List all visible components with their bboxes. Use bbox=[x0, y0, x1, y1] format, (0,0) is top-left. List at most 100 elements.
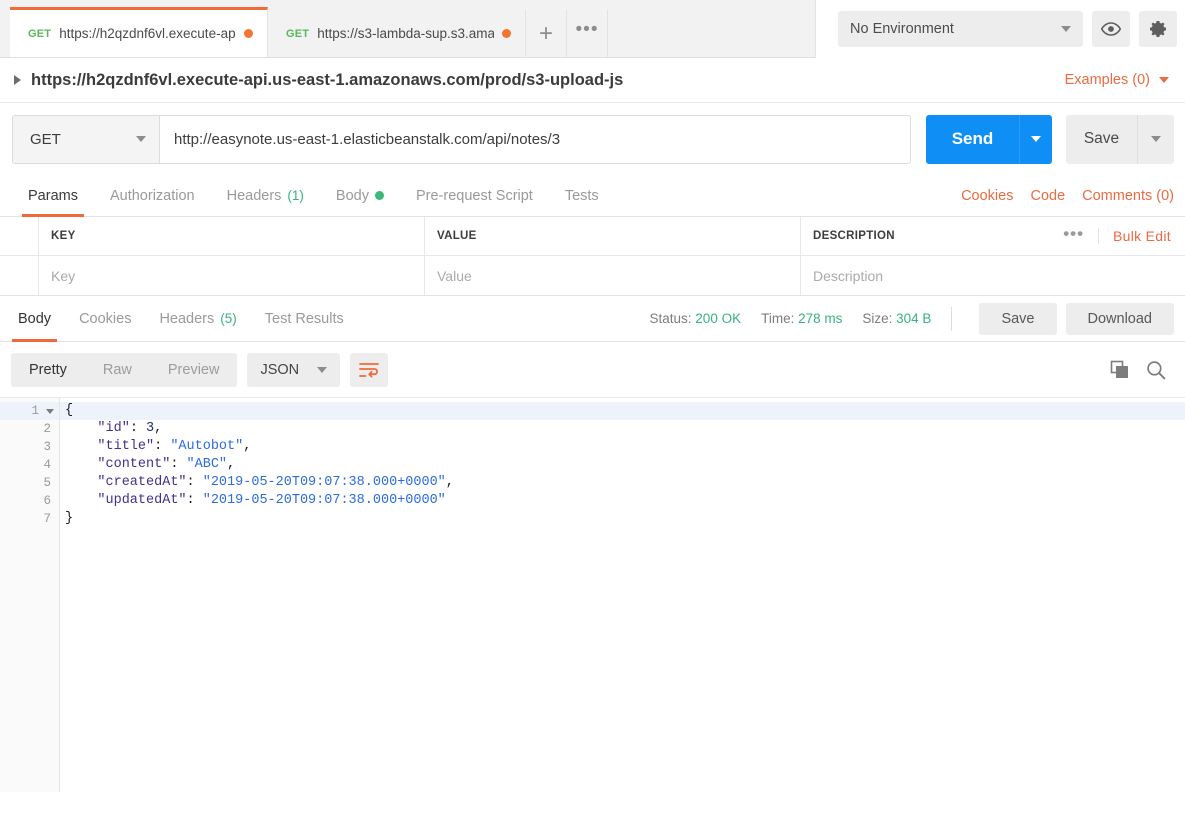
code-line: "content": "ABC", bbox=[60, 456, 1185, 474]
code-line: "createdAt": "2019-05-20T09:07:38.000+00… bbox=[60, 474, 1185, 492]
word-wrap-button[interactable] bbox=[350, 352, 389, 387]
value-input[interactable]: Value bbox=[425, 256, 801, 295]
column-header-description: DESCRIPTION ••• Bulk Edit bbox=[801, 217, 1185, 255]
response-meta: Status: 200 OK Time: 278 ms Size: 304 B … bbox=[650, 296, 1185, 341]
url-input[interactable]: http://easynote.us-east-1.elasticbeansta… bbox=[159, 114, 911, 164]
save-button[interactable]: Save bbox=[1066, 114, 1137, 164]
tab-pre-request-script[interactable]: Pre-request Script bbox=[400, 175, 549, 216]
environment-label: No Environment bbox=[850, 21, 954, 37]
status-value: 200 OK bbox=[695, 311, 742, 326]
send-options-button[interactable] bbox=[1019, 114, 1052, 164]
tab-method-label: GET bbox=[28, 27, 52, 40]
copy-button[interactable] bbox=[1110, 360, 1130, 380]
bulk-edit-button[interactable]: Bulk Edit bbox=[1098, 228, 1173, 244]
code-link[interactable]: Code bbox=[1030, 188, 1065, 204]
code-token: , bbox=[227, 457, 236, 472]
tab-title-label: https://s3-lambda-sup.s3.amazo bbox=[317, 26, 494, 41]
tab-params[interactable]: Params bbox=[12, 175, 94, 217]
code-line: "updatedAt": "2019-05-20T09:07:38.000+00… bbox=[60, 492, 1185, 510]
code-token: "2019-05-20T09:07:38.000+0000" bbox=[202, 493, 446, 508]
save-options-button[interactable] bbox=[1137, 114, 1174, 164]
size-label: Size: bbox=[862, 311, 893, 326]
divider bbox=[951, 306, 953, 331]
table-options-button[interactable]: ••• bbox=[1049, 225, 1098, 248]
code-token: , bbox=[243, 439, 252, 454]
response-section-tabs: Body Cookies Headers (5) Test Results St… bbox=[0, 296, 1185, 342]
size-badge: Size: 304 B bbox=[862, 311, 931, 326]
request-tab-2[interactable]: GET https://s3-lambda-sup.s3.amazo bbox=[268, 10, 526, 57]
column-header-value: VALUE bbox=[425, 217, 801, 255]
key-input[interactable]: Key bbox=[39, 256, 425, 295]
line-number: 7 bbox=[43, 512, 51, 526]
examples-label: Examples (0) bbox=[1064, 72, 1150, 88]
save-group: Save bbox=[1066, 114, 1174, 164]
triangle-right-icon[interactable] bbox=[14, 75, 21, 85]
cookies-link[interactable]: Cookies bbox=[961, 188, 1013, 204]
response-tab-headers[interactable]: Headers (5) bbox=[145, 296, 250, 341]
examples-dropdown[interactable]: Examples (0) bbox=[1065, 72, 1175, 88]
chevron-down-icon bbox=[317, 366, 328, 373]
tab-label: Body bbox=[335, 187, 369, 204]
code-token: "title" bbox=[65, 439, 155, 454]
view-mode-group: Pretty Raw Preview bbox=[11, 352, 238, 387]
code-token: "Autobot" bbox=[170, 439, 244, 454]
code-token: : bbox=[129, 421, 147, 436]
tab-title-label: https://h2qzdnf6vl.execute-api.u bbox=[59, 26, 236, 41]
save-response-button[interactable]: Save bbox=[979, 302, 1057, 335]
view-mode-pretty[interactable]: Pretty bbox=[11, 353, 85, 387]
code-token: : bbox=[154, 439, 171, 454]
new-tab-button[interactable]: + bbox=[526, 10, 567, 57]
body-present-icon bbox=[374, 191, 384, 200]
response-tab-test-results[interactable]: Test Results bbox=[251, 296, 358, 341]
line-number-gutter: 1 2 3 4 5 6 7 bbox=[0, 398, 60, 792]
request-tab-1[interactable]: GET https://h2qzdnf6vl.execute-api.u bbox=[10, 7, 268, 57]
tab-label: Headers bbox=[226, 187, 282, 204]
tab-label: Test Results bbox=[264, 310, 344, 327]
settings-button[interactable] bbox=[1139, 11, 1177, 47]
code-content[interactable]: { "id": 3, "title": "Autobot", "content"… bbox=[60, 398, 1185, 792]
response-tab-cookies[interactable]: Cookies bbox=[65, 296, 145, 341]
tab-strip: GET https://h2qzdnf6vl.execute-api.u GET… bbox=[0, 0, 608, 57]
body-toolbar-actions bbox=[1110, 360, 1174, 380]
send-button[interactable]: Send bbox=[926, 114, 1019, 164]
tab-authorization[interactable]: Authorization bbox=[94, 175, 211, 216]
tab-tests[interactable]: Tests bbox=[549, 175, 615, 216]
column-header-description-label: DESCRIPTION bbox=[813, 230, 895, 242]
params-table: KEY VALUE DESCRIPTION ••• Bulk Edit Key … bbox=[0, 217, 1185, 296]
description-input[interactable]: Description bbox=[801, 256, 1185, 295]
tab-headers[interactable]: Headers (1) bbox=[211, 175, 320, 216]
unsaved-indicator-icon bbox=[244, 29, 253, 38]
table-header-actions: ••• Bulk Edit bbox=[1049, 225, 1173, 248]
response-format-selector[interactable]: JSON bbox=[247, 352, 341, 387]
code-token: : bbox=[170, 457, 187, 472]
code-token: "createdAt" bbox=[65, 475, 187, 490]
line-number: 4 bbox=[43, 458, 51, 472]
fold-toggle-icon[interactable] bbox=[46, 409, 54, 414]
code-token: , bbox=[154, 421, 163, 436]
response-format-label: JSON bbox=[260, 361, 300, 378]
search-button[interactable] bbox=[1146, 360, 1166, 380]
code-line: } bbox=[60, 510, 1185, 528]
comments-link[interactable]: Comments (0) bbox=[1082, 188, 1174, 204]
http-method-selector[interactable]: GET bbox=[12, 114, 159, 164]
code-token: } bbox=[65, 511, 74, 526]
environment-controls: No Environment bbox=[815, 0, 1185, 58]
select-all-cell bbox=[0, 217, 39, 255]
send-group: Send bbox=[926, 114, 1052, 164]
environment-selector[interactable]: No Environment bbox=[838, 11, 1083, 47]
tab-count: (1) bbox=[287, 188, 304, 203]
response-body-editor[interactable]: 1 2 3 4 5 6 7 { "id": 3, "title": "Autobot", "… bbox=[0, 397, 1185, 792]
row-checkbox-cell[interactable] bbox=[0, 256, 39, 295]
response-tab-body[interactable]: Body bbox=[4, 296, 65, 342]
view-mode-preview[interactable]: Preview bbox=[150, 353, 238, 387]
code-token: "id" bbox=[65, 421, 130, 436]
tab-options-button[interactable]: ••• bbox=[567, 10, 608, 57]
tab-label: Body bbox=[18, 310, 52, 327]
download-response-button[interactable]: Download bbox=[1065, 302, 1174, 335]
table-row: Key Value Description bbox=[0, 256, 1185, 295]
code-token: : bbox=[186, 493, 203, 508]
tab-body[interactable]: Body bbox=[320, 175, 400, 216]
environment-quick-look-button[interactable] bbox=[1092, 11, 1130, 47]
view-mode-raw[interactable]: Raw bbox=[85, 353, 150, 387]
url-bar: GET http://easynote.us-east-1.elasticbea… bbox=[0, 103, 1185, 175]
